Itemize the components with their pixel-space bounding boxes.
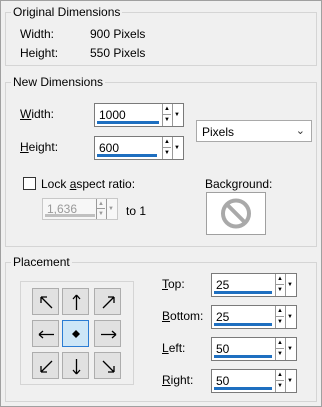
down-triangle-icon[interactable]: ▼ — [276, 317, 284, 328]
up-triangle-icon[interactable]: ▲ — [97, 199, 105, 209]
dropdown-arrow-icon[interactable]: ▼ — [106, 199, 115, 219]
arrow-up-icon — [72, 294, 81, 310]
up-triangle-icon[interactable]: ▲ — [276, 306, 284, 317]
arrow-right-icon — [101, 330, 117, 339]
bottom-spinbox[interactable]: 25 ▲ ▼ ▼ — [211, 305, 297, 329]
dropdown-arrow-icon[interactable]: ▼ — [285, 274, 294, 296]
lock-aspect-checkbox[interactable] — [23, 177, 36, 190]
top-slider-bar[interactable] — [214, 291, 272, 294]
arrow-up-left-icon — [40, 296, 53, 309]
dropdown-arrow-icon[interactable]: ▼ — [285, 370, 294, 392]
down-triangle-icon[interactable]: ▼ — [97, 209, 105, 219]
dropdown-arrow-icon[interactable]: ▼ — [285, 338, 294, 360]
bottom-label: Bottom: — [162, 309, 204, 323]
height-spinbox[interactable]: 600 ▲ ▼ ▼ — [94, 136, 184, 160]
bottom-input[interactable]: 25 — [216, 310, 229, 324]
up-triangle-icon[interactable]: ▲ — [163, 104, 171, 115]
chevron-down-icon: ⌄ — [295, 125, 305, 137]
width-label: Width: — [20, 107, 55, 121]
original-height-value: 550 Pixels — [90, 46, 146, 60]
down-triangle-icon[interactable]: ▼ — [163, 148, 171, 159]
background-label: Background: — [205, 177, 273, 191]
height-input[interactable]: 600 — [99, 141, 119, 155]
background-swatch[interactable] — [206, 192, 266, 235]
arrow-down-icon — [72, 359, 81, 375]
left-spinbox[interactable]: 50 ▲ ▼ ▼ — [211, 337, 297, 361]
up-triangle-icon[interactable]: ▲ — [276, 370, 284, 381]
ratio-suffix-label: to 1 — [126, 204, 147, 218]
left-label: Left: — [162, 341, 186, 355]
right-label: Right: — [162, 373, 194, 387]
down-triangle-icon[interactable]: ▼ — [276, 381, 284, 392]
original-dimensions-title: Original Dimensions — [11, 5, 123, 19]
dropdown-arrow-icon[interactable]: ▼ — [172, 104, 181, 126]
arrow-down-right-icon — [102, 360, 115, 373]
units-select[interactable]: Pixels ⌄ — [196, 120, 312, 142]
down-triangle-icon[interactable]: ▼ — [276, 349, 284, 360]
placement-button-9[interactable] — [94, 352, 121, 379]
placement-button-5[interactable] — [62, 320, 89, 347]
right-slider-bar[interactable] — [214, 387, 272, 390]
placement-button-1[interactable] — [32, 288, 59, 315]
placement-button-8[interactable] — [62, 352, 89, 379]
aspect-ratio-spinbox[interactable]: 1,636 ▲ ▼ ▼ — [42, 198, 118, 220]
up-triangle-icon[interactable]: ▲ — [163, 137, 171, 148]
bottom-slider-bar[interactable] — [214, 323, 272, 326]
down-triangle-icon[interactable]: ▼ — [163, 115, 171, 126]
right-input[interactable]: 50 — [216, 374, 229, 388]
original-height-label: Height: — [20, 46, 59, 60]
down-triangle-icon[interactable]: ▼ — [276, 285, 284, 296]
dropdown-arrow-icon[interactable]: ▼ — [285, 306, 294, 328]
lock-aspect-label[interactable]: Lock aspect ratio: — [41, 177, 135, 191]
top-spinbox[interactable]: 25 ▲ ▼ ▼ — [211, 273, 297, 297]
placement-button-6[interactable] — [94, 320, 121, 347]
left-input[interactable]: 50 — [216, 342, 229, 356]
new-dimensions-title: New Dimensions — [11, 75, 106, 89]
aspect-ratio-bar — [45, 214, 95, 217]
units-value: Pixels — [202, 125, 235, 139]
no-entry-icon — [221, 198, 251, 229]
left-slider-bar[interactable] — [214, 355, 272, 358]
height-label: Height: — [20, 140, 59, 154]
up-triangle-icon[interactable]: ▲ — [276, 338, 284, 349]
placement-title: Placement — [11, 255, 72, 269]
arrow-up-right-icon — [102, 296, 115, 309]
center-dot-icon — [72, 330, 80, 338]
placement-button-2[interactable] — [62, 288, 89, 315]
top-input[interactable]: 25 — [216, 278, 229, 292]
arrow-left-icon — [38, 330, 54, 339]
width-slider-bar[interactable] — [97, 121, 159, 124]
placement-button-4[interactable] — [32, 320, 59, 347]
placement-button-3[interactable] — [94, 288, 121, 315]
width-spinbox[interactable]: 1000 ▲ ▼ ▼ — [94, 103, 184, 127]
up-triangle-icon[interactable]: ▲ — [276, 274, 284, 285]
original-width-value: 900 Pixels — [90, 27, 146, 41]
dropdown-arrow-icon[interactable]: ▼ — [172, 137, 181, 159]
placement-button-7[interactable] — [32, 352, 59, 379]
top-label: Top: — [162, 277, 185, 291]
width-input[interactable]: 1000 — [99, 108, 126, 122]
original-width-label: Width: — [20, 27, 55, 41]
arrow-down-left-icon — [40, 360, 53, 373]
right-spinbox[interactable]: 50 ▲ ▼ ▼ — [211, 369, 297, 393]
height-slider-bar[interactable] — [97, 154, 157, 157]
